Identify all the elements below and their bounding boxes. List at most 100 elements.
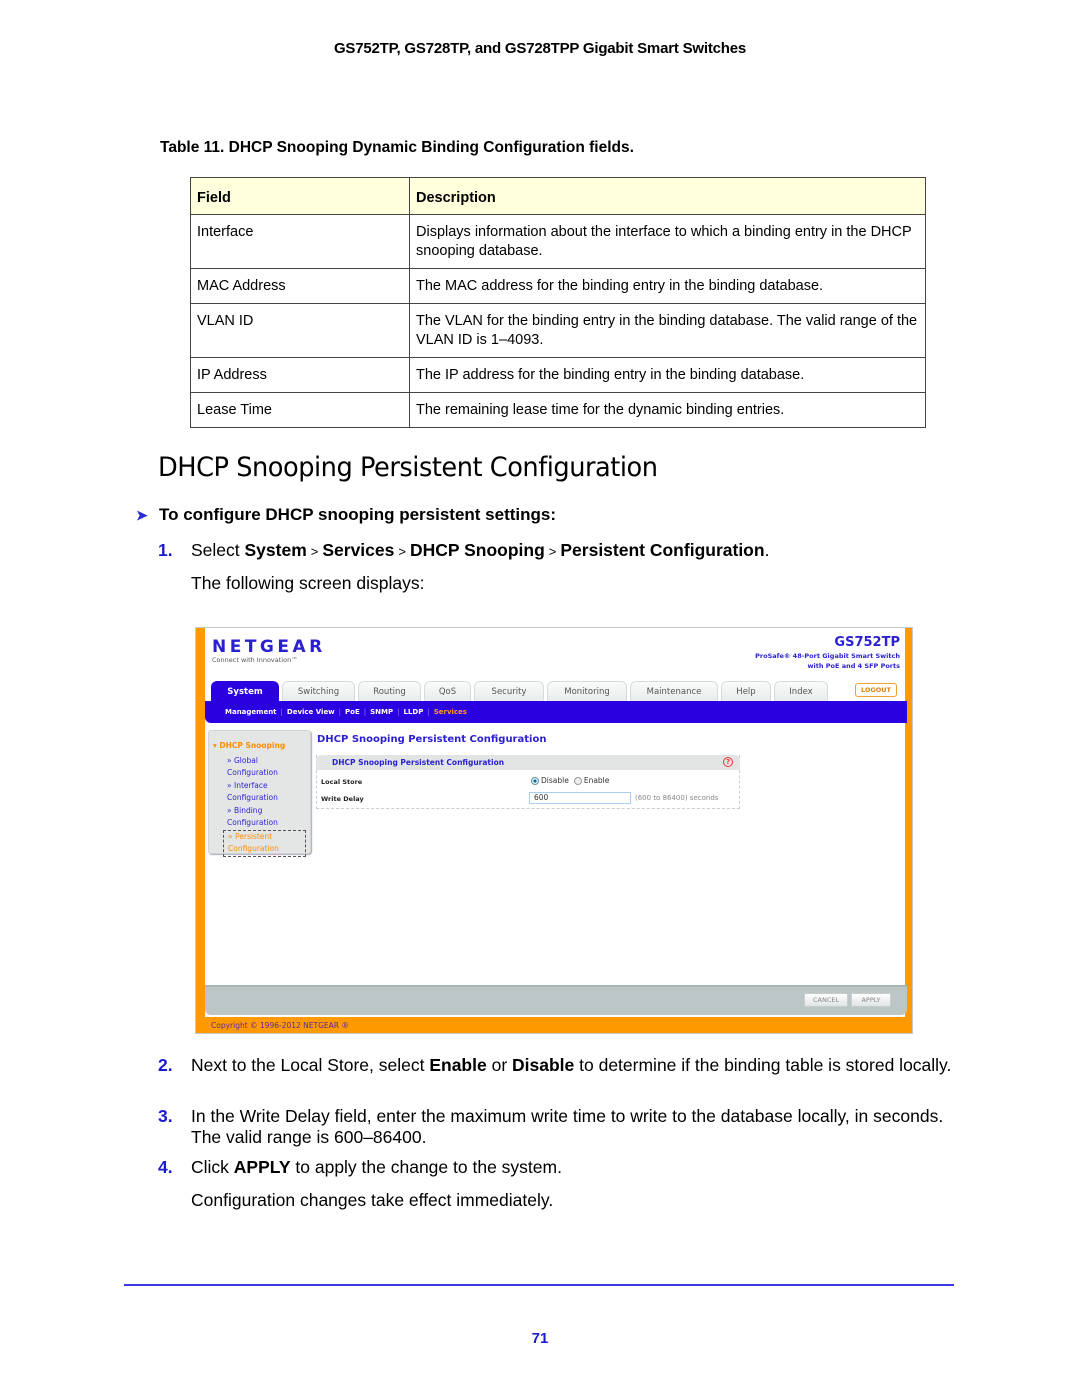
sidebar-item-global-configuration[interactable]: » Global Configuration	[213, 755, 306, 780]
description-cell: The remaining lease time for the dynamic…	[409, 392, 926, 428]
step-4-subtext: Configuration changes take effect immedi…	[191, 1190, 554, 1210]
subnav-divider: |	[280, 708, 283, 716]
local-store-label: Local Store	[321, 778, 363, 786]
label: Configuration	[227, 768, 278, 777]
table-row: Interface Displays information about the…	[190, 214, 926, 269]
netgear-screenshot: NETGEAR Connect with Innovation™ GS752TP…	[195, 627, 913, 1034]
label: Configuration	[227, 793, 278, 802]
orange-border-left	[196, 628, 205, 1033]
label: Configuration	[228, 844, 279, 853]
step-number: 3.	[158, 1106, 173, 1126]
step-2: 2. Next to the Local Store, select Enabl…	[158, 1055, 958, 1076]
step-4: 4. Click APPLY to apply the change to th…	[158, 1157, 958, 1178]
sidebar-header-label: DHCP Snooping	[219, 741, 286, 750]
subnav-divider: |	[363, 708, 367, 716]
arrow-bullet-icon: ➤	[136, 506, 148, 523]
label: Persistent	[234, 831, 273, 841]
label: Configuration	[227, 818, 278, 827]
tab-switching[interactable]: Switching	[282, 681, 355, 701]
tab-maintenance[interactable]: Maintenance	[630, 681, 718, 701]
footer-rule	[124, 1284, 954, 1286]
sidebar: ▾ DHCP Snooping » Global Configuration » …	[208, 730, 311, 857]
procedure-heading-text: To configure DHCP snooping persistent se…	[159, 505, 557, 524]
text: .	[764, 540, 770, 560]
radio-enable-label: Enable	[583, 776, 610, 785]
tab-security[interactable]: Security	[474, 681, 544, 701]
field-cell: IP Address	[190, 357, 410, 393]
subnav-divider: |	[397, 708, 400, 716]
text: to apply the change to the system.	[290, 1157, 562, 1177]
step-number: 1.	[158, 540, 173, 560]
subnav-lldp[interactable]: LLDP	[403, 708, 423, 716]
field-cell: Interface	[190, 214, 410, 269]
label: Binding	[233, 805, 263, 815]
netgear-logo: NETGEAR	[212, 637, 326, 657]
running-header: GS752TP, GS728TP, and GS728TPP Gigabit S…	[333, 40, 747, 57]
tab-qos[interactable]: QoS	[424, 681, 471, 701]
subnav-divider: |	[338, 708, 342, 716]
table-row: MAC Address The MAC address for the bind…	[190, 268, 926, 304]
button-bar	[205, 985, 907, 1015]
tagline: Connect with Innovation™	[212, 656, 298, 664]
sidebar-item-persistent-configuration[interactable]: » Persistent Configuration	[223, 829, 306, 857]
table-row: Lease Time The remaining lease time for …	[190, 392, 926, 428]
text: to determine if the binding table is sto…	[574, 1055, 952, 1075]
subnav-device-view[interactable]: Device View	[287, 708, 335, 716]
table-row: IP Address The IP address for the bindin…	[190, 357, 926, 393]
apply-button[interactable]: APPLY	[851, 993, 891, 1007]
help-icon[interactable]: ?	[723, 757, 733, 767]
step-number: 2.	[158, 1055, 173, 1075]
path-separator: >	[310, 544, 319, 559]
tab-help[interactable]: Help	[721, 681, 771, 701]
procedure-heading: ➤ To configure DHCP snooping persistent …	[136, 505, 556, 525]
path-separator: >	[398, 544, 406, 559]
model-desc-line: ProSafe® 48-Port Gigabit Smart Switch	[755, 652, 900, 660]
tab-system[interactable]: System	[211, 681, 279, 701]
text: Click	[191, 1157, 234, 1177]
menu-path-dhcp-snooping: DHCP Snooping	[409, 540, 545, 560]
subnav-divider: |	[427, 708, 430, 716]
radio-enable[interactable]	[573, 776, 582, 785]
model-name: GS752TP	[834, 635, 900, 650]
radio-disable[interactable]	[531, 776, 539, 785]
subnav-services[interactable]: Services	[434, 708, 467, 716]
sidebar-item-binding-configuration[interactable]: » Binding Configuration	[213, 805, 306, 830]
logout-button[interactable]: LOGOUT	[854, 683, 897, 697]
step-1: 1. Select System > Services > DHCP Snooping >…	[158, 539, 958, 563]
label: Interface	[233, 780, 268, 790]
subnav-poe[interactable]: PoE	[345, 708, 360, 716]
section-title: DHCP Snooping Persistent Configuration	[158, 452, 658, 483]
panel-header: DHCP Snooping Persistent Configuration ?	[316, 755, 740, 770]
write-delay-label: Write Delay	[321, 795, 364, 803]
text: Next to the Local Store, select	[191, 1055, 430, 1075]
subnav-management[interactable]: Management	[225, 708, 277, 716]
field-cell: Lease Time	[190, 392, 410, 428]
page-number: 71	[531, 1330, 549, 1347]
menu-path-persistent-configuration: Persistent Configuration	[560, 540, 765, 560]
tab-index[interactable]: Index	[774, 681, 828, 701]
menu-path-services: Services	[322, 540, 395, 560]
step-1-subtext: The following screen displays:	[191, 573, 425, 593]
orange-border-right	[905, 628, 912, 1033]
step-number: 4.	[158, 1157, 173, 1177]
description-cell: The IP address for the binding entry in …	[409, 357, 926, 393]
label: Global	[233, 755, 258, 765]
path-separator: >	[548, 544, 557, 559]
menu-path-system: System	[244, 540, 307, 560]
model-description: ProSafe® 48-Port Gigabit Smart Switch wi…	[755, 651, 900, 671]
table-header-row: Field Description	[190, 177, 926, 215]
step-text: Next to the Local Store, select Enable o…	[191, 1055, 958, 1076]
table-caption: Table 11. DHCP Snooping Dynamic Binding …	[160, 139, 634, 156]
step-text: Select System > Services > DHCP Snooping > Per…	[191, 539, 958, 563]
cancel-button[interactable]: CANCEL	[804, 993, 849, 1007]
step-text: In the Write Delay field, enter the maxi…	[191, 1106, 944, 1147]
field-cell: VLAN ID	[190, 303, 410, 358]
sidebar-header[interactable]: ▾ DHCP Snooping	[213, 740, 306, 753]
write-delay-input[interactable]: 600	[529, 792, 631, 804]
tab-monitoring[interactable]: Monitoring	[547, 681, 627, 701]
tab-routing[interactable]: Routing	[358, 681, 421, 701]
description-cell: The MAC address for the binding entry in…	[409, 268, 926, 304]
sidebar-item-interface-configuration[interactable]: » Interface Configuration	[213, 780, 306, 805]
panel-title: DHCP Snooping Persistent Configuration	[332, 758, 505, 767]
subnav-snmp[interactable]: SNMP	[370, 708, 393, 716]
